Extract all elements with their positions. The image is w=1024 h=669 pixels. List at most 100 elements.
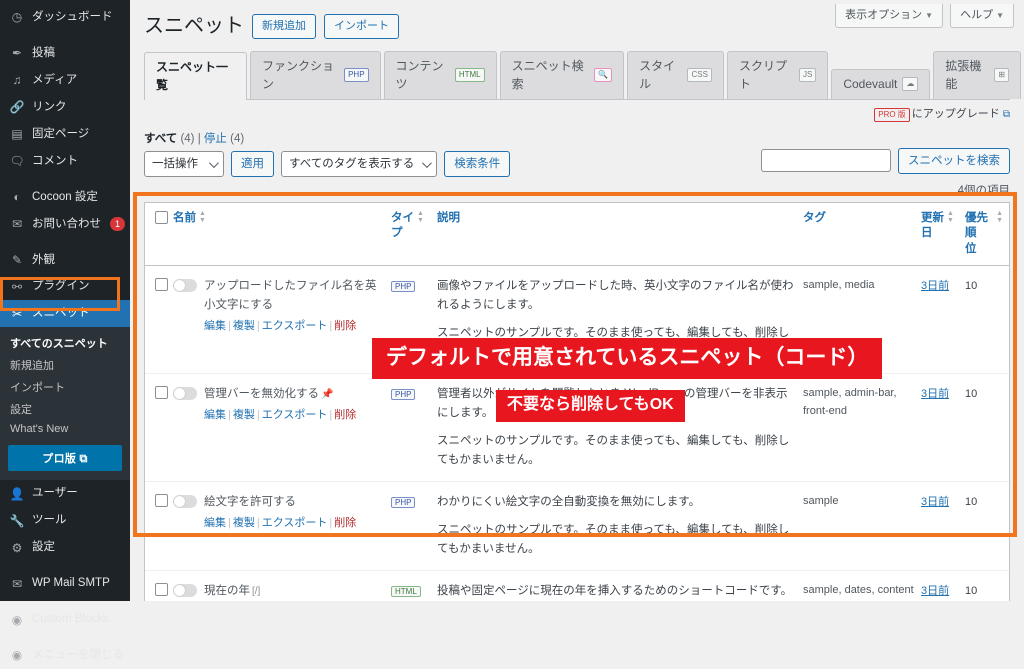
- sidebar-item-6[interactable]: ◐ Cocoon 設定: [0, 184, 130, 211]
- edit-link[interactable]: 編集: [204, 517, 226, 529]
- snippet-activate-toggle[interactable]: [173, 494, 197, 508]
- clone-link[interactable]: 複製: [233, 409, 255, 421]
- sidebar-item-4[interactable]: ▤ 固定ページ: [0, 121, 130, 148]
- row-checkbox[interactable]: [155, 278, 168, 292]
- sidebar-item-1[interactable]: ✒ 投稿: [0, 40, 130, 67]
- export-link[interactable]: エクスポート: [262, 409, 328, 421]
- media-icon: ♫: [12, 73, 22, 88]
- submenu-item-0[interactable]: すべてのスニペット: [0, 332, 130, 354]
- column-header-date[interactable]: 更新 日 ▲ ▼: [921, 202, 965, 266]
- sidebar-item-after-0[interactable]: 👤 ユーザー: [0, 480, 130, 507]
- tag-filter-select[interactable]: すべてのタグを表示する: [281, 150, 438, 177]
- submenu-item-3[interactable]: 設定: [0, 398, 130, 420]
- sidebar-item-8[interactable]: ✎ 外観: [0, 247, 130, 274]
- row-checkbox[interactable]: [155, 493, 168, 507]
- snippet-name[interactable]: 絵文字を許可する: [204, 496, 296, 508]
- snippet-activate-toggle[interactable]: [173, 583, 197, 597]
- delete-link[interactable]: 削除: [334, 409, 356, 421]
- sidebar-item-7[interactable]: ✉ お問い合わせ 1: [0, 211, 130, 238]
- screen-options-button[interactable]: 表示オプション ▼: [835, 4, 944, 29]
- snippet-activate-toggle[interactable]: [173, 387, 197, 401]
- add-new-button[interactable]: 新規追加: [252, 14, 316, 39]
- column-header-type[interactable]: タイ プ ▲ ▼: [391, 202, 437, 266]
- sidebar-item-2[interactable]: ♫ メディア: [0, 67, 130, 94]
- date-link[interactable]: 3日前: [921, 496, 949, 508]
- tab-label: スニペット一覧: [156, 59, 229, 92]
- filter-all[interactable]: すべて: [144, 133, 177, 145]
- snippet-tags-cell: sample: [803, 480, 921, 571]
- sidebar-item-after-5[interactable]: ◉ メニューを閉じる: [0, 642, 130, 669]
- page-icon: ▤: [11, 127, 23, 142]
- import-button[interactable]: インポート: [324, 14, 399, 39]
- snippet-name[interactable]: 現在の年: [204, 585, 250, 597]
- sidebar-item-after-3[interactable]: ✉ WP Mail SMTP: [0, 570, 130, 597]
- edit-link[interactable]: 編集: [204, 409, 226, 421]
- date-link[interactable]: 3日前: [921, 585, 949, 597]
- filter-inactive[interactable]: 停止: [204, 133, 227, 145]
- date-link[interactable]: 3日前: [921, 388, 949, 400]
- delete-link[interactable]: 削除: [334, 320, 356, 332]
- export-link[interactable]: エクスポート: [262, 320, 328, 332]
- bulk-action-select[interactable]: 一括操作: [144, 150, 224, 177]
- sidebar-item-snippets[interactable]: ✂ スニペット: [0, 300, 130, 328]
- upgrade-text: にアップグレード: [911, 107, 1000, 120]
- scissors-icon: ✂: [11, 306, 23, 321]
- sidebar-item-9[interactable]: ⚯ プラグイン: [0, 273, 130, 300]
- sidebar-item-label: スニペット: [32, 307, 90, 320]
- sidebar-item-0[interactable]: ◷ ダッシュボード: [0, 4, 130, 31]
- row-checkbox[interactable]: [155, 386, 168, 400]
- sidebar-item-after-2[interactable]: ⚙ 設定: [0, 534, 130, 561]
- tab-3[interactable]: スニペット検索 🔍: [499, 50, 625, 99]
- filter-button[interactable]: 検索条件: [444, 150, 511, 177]
- snippet-name[interactable]: 管理バーを無効化する: [204, 388, 319, 400]
- tab-0[interactable]: スニペット一覧: [144, 51, 247, 100]
- type-badge-php-icon: PHP: [391, 496, 416, 508]
- apply-bulk-button[interactable]: 適用: [231, 150, 274, 177]
- external-link-icon: ⧉: [1002, 108, 1010, 120]
- table-nav-top: 一括操作 適用 すべてのタグを表示する 検索条件 スニペットを検索: [130, 147, 1024, 177]
- submenu-item-1[interactable]: 新規追加: [0, 354, 130, 376]
- sidebar-item-after-4[interactable]: ◉ Custom Blocks: [0, 606, 130, 633]
- search-input[interactable]: [761, 149, 891, 173]
- submenu-item-4[interactable]: What's New: [0, 420, 130, 438]
- chevron-down-icon: ▼: [996, 11, 1004, 20]
- edit-link[interactable]: 編集: [204, 320, 226, 332]
- tab-badge-cloud-icon: ☁: [902, 76, 919, 91]
- tab-2[interactable]: コンテンツ HTML: [383, 50, 497, 99]
- filter-inactive-count: (4): [230, 132, 245, 145]
- delete-link[interactable]: 削除: [334, 517, 356, 529]
- sidebar-item-label: メニューを閉じる: [32, 649, 124, 661]
- sidebar-item-label: Cocoon 設定: [32, 190, 98, 203]
- tab-1[interactable]: ファンクション PHP: [249, 50, 381, 99]
- tab-4[interactable]: スタイル CSS: [627, 50, 724, 99]
- custom-blocks-icon: ◉: [11, 612, 23, 627]
- snippet-name[interactable]: アップロードしたファイル名を英小文字にする: [204, 280, 377, 311]
- row-actions: 編集 | 複製 | エクスポート | 削除: [204, 320, 357, 333]
- settings-icon: ⚙: [11, 540, 23, 555]
- snippet-activate-toggle[interactable]: [173, 279, 197, 293]
- sidebar-item-3[interactable]: 🔗 リンク: [0, 94, 130, 121]
- help-button[interactable]: ヘルプ ▼: [950, 4, 1014, 29]
- tab-badge-css-icon: CSS: [687, 67, 712, 82]
- sidebar-item-5[interactable]: 🗨 コメント: [0, 148, 130, 175]
- export-link[interactable]: エクスポート: [262, 517, 328, 529]
- clone-link[interactable]: 複製: [233, 517, 255, 529]
- row-checkbox[interactable]: [155, 582, 168, 596]
- select-all-checkbox[interactable]: [155, 210, 168, 224]
- upgrade-link[interactable]: PRO 版にアップグレード ⧉: [130, 100, 1024, 122]
- tab-label: スクリプト: [738, 58, 787, 91]
- row-select-cell: [145, 266, 173, 374]
- search-button[interactable]: スニペットを検索: [898, 147, 1010, 174]
- tab-7[interactable]: 拡張機能 ⊞: [933, 50, 1021, 99]
- external-link-icon: ⧉: [79, 453, 88, 466]
- column-header-priority[interactable]: 優先順 位 ▲ ▼: [965, 202, 1009, 266]
- submenu-item-2[interactable]: インポート: [0, 376, 130, 398]
- column-header-name[interactable]: 名前 ▲ ▼: [173, 202, 391, 266]
- sidebar-item-after-1[interactable]: 🔧 ツール: [0, 507, 130, 534]
- pro-version-button[interactable]: プロ版 ⧉: [8, 445, 122, 472]
- clone-link[interactable]: 複製: [233, 320, 255, 332]
- tab-6[interactable]: Codevault ☁: [831, 68, 931, 99]
- tab-5[interactable]: スクリプト JS: [726, 50, 829, 99]
- snippet-description-line: スニペットのサンプルです。そのまま使っても、編集しても、削除してもかまいません。: [437, 523, 790, 555]
- date-link[interactable]: 3日前: [921, 280, 949, 292]
